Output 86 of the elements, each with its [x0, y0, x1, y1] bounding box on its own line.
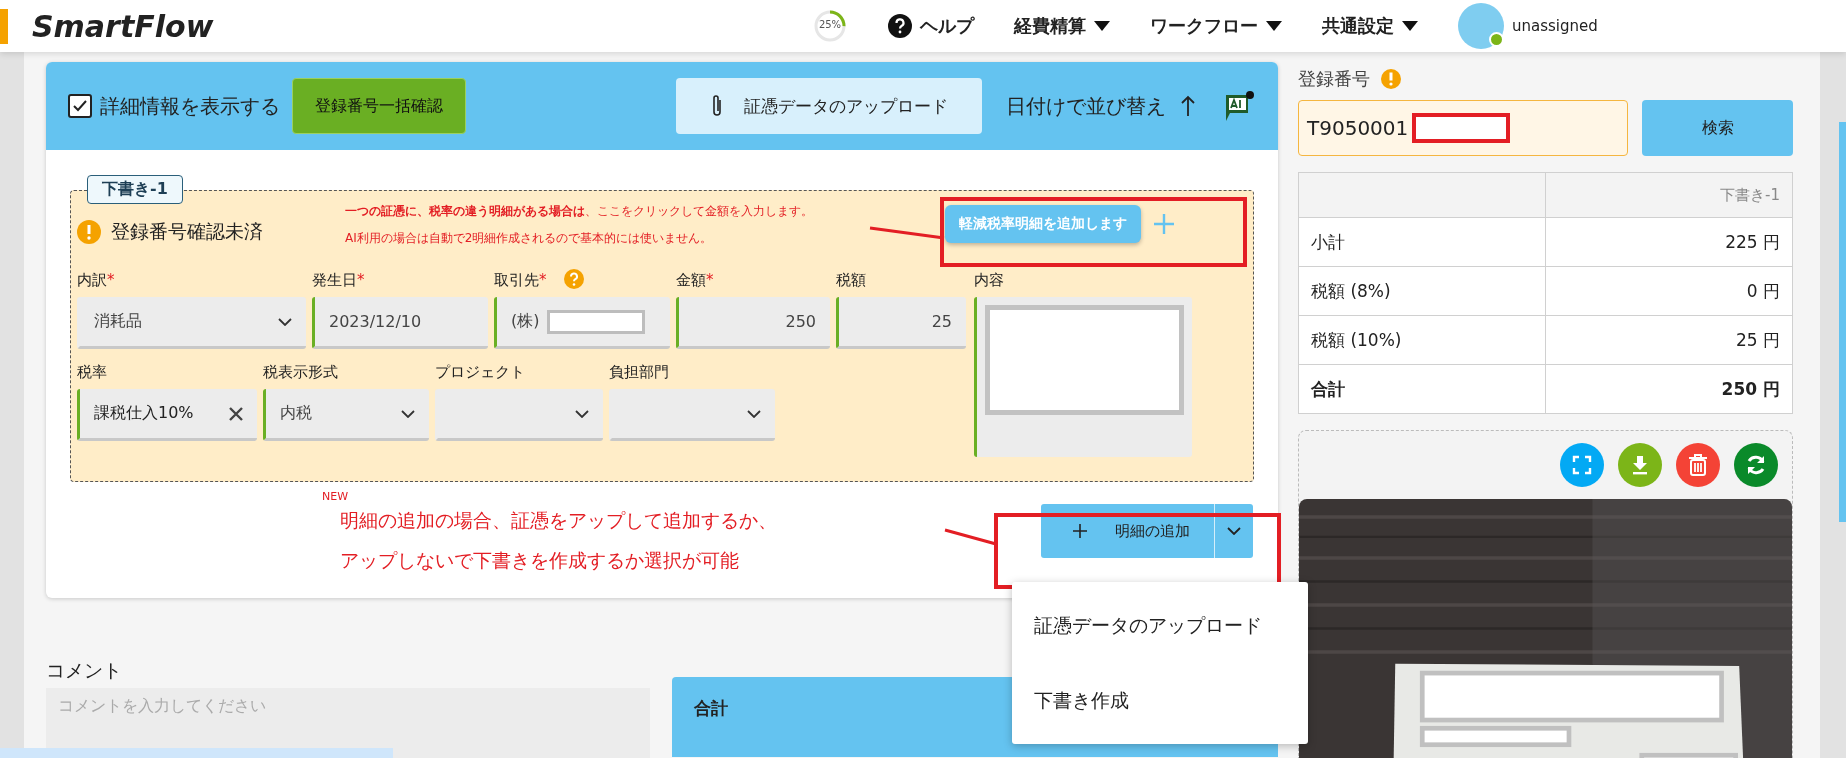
registration-number-field[interactable]: T9050001 — [1298, 100, 1628, 156]
show-details-checkbox[interactable]: 詳細情報を表示する — [68, 92, 280, 120]
expand-icon — [1572, 455, 1592, 475]
nav-menu-item[interactable]: 共通設定 — [1322, 14, 1418, 38]
chevron-down-icon — [401, 409, 415, 418]
input-field[interactable]: 25 — [836, 297, 966, 349]
table-header-cell: 下書き-1 — [1545, 172, 1793, 218]
input-field[interactable]: 消耗品 — [77, 297, 306, 349]
user-status: unassigned — [1512, 17, 1598, 35]
paperclip-icon — [710, 94, 724, 118]
scrollbar-thumb[interactable] — [1839, 122, 1846, 522]
plus-icon[interactable] — [1153, 213, 1175, 235]
table-cell: 250 円 — [1545, 364, 1793, 414]
chevron-down-icon — [278, 317, 292, 326]
input-field[interactable]: 課税仕入10% — [77, 389, 257, 441]
avatar[interactable] — [1458, 3, 1504, 49]
field-label: 税表示形式 — [263, 363, 338, 383]
new-label: NEW — [322, 490, 349, 503]
caret-icon — [1402, 21, 1418, 31]
input-field[interactable]: (株) — [494, 297, 670, 349]
bulk-check-button[interactable]: 登録番号一括確認 — [292, 78, 466, 134]
status-dot — [1489, 32, 1504, 47]
content-textarea[interactable] — [974, 297, 1192, 457]
field-label: プロジェクト — [435, 363, 525, 383]
logo[interactable]: SmartFlow — [0, 8, 692, 44]
download-icon — [1630, 455, 1650, 475]
menu-item[interactable]: 下書き作成 — [1012, 663, 1308, 738]
table-cell: 25 円 — [1545, 315, 1793, 365]
field-label: 内訳* — [77, 271, 115, 291]
arrow-up-icon — [1180, 95, 1196, 117]
field-label: 取引先* — [494, 271, 547, 291]
input-field[interactable]: 2023/12/10 — [312, 297, 488, 349]
field-label: 内容 — [974, 271, 1004, 291]
draft-tag: 下書き-1 — [87, 175, 183, 204]
caret-icon — [1094, 21, 1110, 31]
nav-menu-item[interactable]: ヘルプ — [888, 14, 974, 38]
table-cell: 0 円 — [1545, 266, 1793, 316]
input-field[interactable]: 内税 — [263, 389, 429, 441]
annotation-text: 一つの証憑に、税率の違う明細がある場合は、ここをクリックして金額を入力します。 — [345, 203, 813, 220]
trash-icon — [1688, 454, 1708, 476]
comment-field[interactable]: コメントを入力してください — [46, 688, 650, 758]
registration-label: 登録番号 — [1298, 67, 1370, 91]
table-cell: 小計 — [1298, 217, 1546, 267]
input-field[interactable] — [435, 389, 603, 441]
warning-icon — [77, 220, 101, 244]
table-cell: 税額 (8%) — [1298, 266, 1546, 316]
sort-button[interactable]: 日付けで並び替え — [1000, 91, 1202, 121]
progress-text: 25% — [817, 19, 843, 30]
field-label: 税率 — [77, 363, 107, 383]
refresh-icon — [1745, 454, 1767, 476]
table-cell: 合計 — [1298, 364, 1546, 414]
warning-icon — [1380, 68, 1402, 90]
chevron-down-icon — [747, 409, 761, 418]
annotation-text: アップしないで下書きを作成するか選択が可能 — [340, 548, 740, 573]
download-button[interactable] — [1618, 443, 1662, 487]
field-label: 負担部門 — [609, 363, 669, 383]
chevron-down-icon — [575, 409, 589, 418]
menu-item[interactable]: 証憑データのアップロード — [1012, 588, 1308, 663]
annotation-text: AI利用の場合は自動で2明細作成されるので基本的には使いません。 — [345, 230, 714, 247]
check-icon — [72, 99, 88, 113]
input-field[interactable] — [609, 389, 775, 441]
delete-button[interactable] — [1676, 443, 1720, 487]
caret-icon — [1266, 21, 1282, 31]
add-line-button[interactable]: 明細の追加 — [1041, 504, 1253, 558]
nav-menu-item[interactable]: 経費精算 — [1014, 14, 1110, 38]
chevron-down-icon[interactable] — [1227, 527, 1241, 535]
plus-icon — [1073, 524, 1087, 538]
table-cell: 225 円 — [1545, 217, 1793, 267]
nav-menu-item[interactable]: ワークフロー — [1150, 14, 1282, 38]
field-label: 税額 — [836, 271, 866, 291]
field-label: 発生日* — [312, 271, 365, 291]
search-button[interactable]: 検索 — [1642, 100, 1793, 156]
close-icon[interactable] — [229, 406, 243, 421]
tooltip: 軽減税率明細を追加します — [945, 205, 1141, 243]
help-icon — [888, 14, 912, 38]
help-icon[interactable] — [564, 269, 584, 289]
status-text: 登録番号確認未済 — [111, 219, 263, 244]
comment-label: コメント — [46, 658, 123, 683]
table-cell: 税額 (10%) — [1298, 315, 1546, 365]
upload-button[interactable]: 証憑データのアップロード — [676, 78, 982, 134]
total-title: 合計 — [694, 698, 728, 718]
field-label: 金額* — [676, 271, 714, 291]
refresh-button[interactable] — [1734, 443, 1778, 487]
input-field[interactable]: 250 — [676, 297, 830, 349]
expand-button[interactable] — [1560, 443, 1604, 487]
annotation-text: 明細の追加の場合、証憑をアップして追加するか、 — [340, 508, 777, 533]
